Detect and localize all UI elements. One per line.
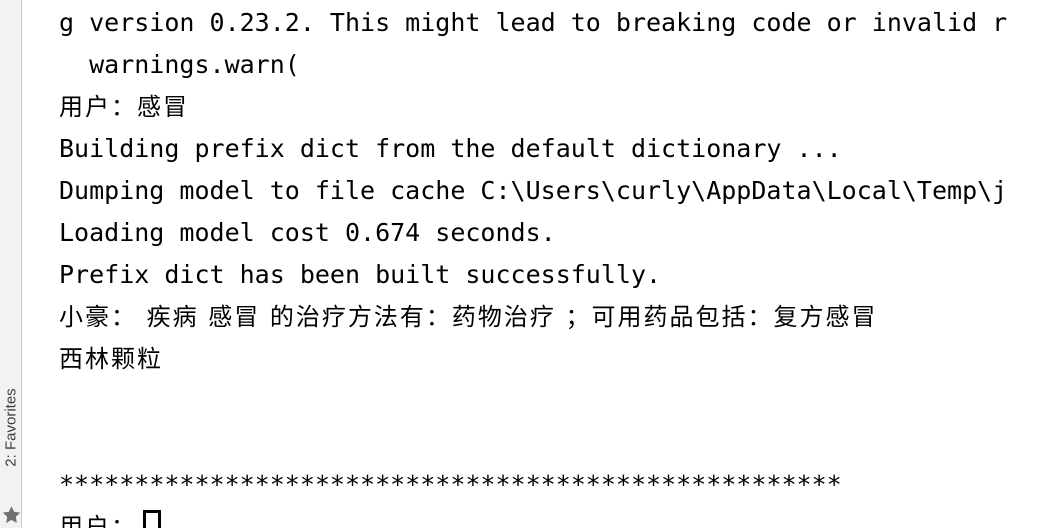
console-prompt-label: 用户： — [59, 513, 137, 528]
console-line: g version 0.23.2. This might lead to bre… — [59, 8, 1008, 37]
console-line: Dumping model to file cache C:\Users\cur… — [59, 176, 1008, 205]
console-line: 用户：感冒 — [59, 93, 189, 121]
star-icon[interactable] — [2, 502, 21, 526]
console-line-separator: ****************************************… — [59, 470, 842, 499]
console-line: Loading model cost 0.674 seconds. — [59, 218, 556, 247]
text-caret — [143, 510, 161, 528]
console-line: warnings.warn( — [59, 50, 300, 79]
console-prompt-line[interactable]: 用户： — [22, 506, 1041, 528]
console-line: Prefix dict has been built successfully. — [59, 260, 662, 289]
sidebar-item-favorites-label: 2: Favorites — [2, 387, 20, 467]
sidebar-item-favorites[interactable]: 2: Favorites — [0, 362, 22, 492]
console-line: 西林颗粒 — [59, 345, 163, 373]
console-line: Building prefix dict from the default di… — [59, 134, 842, 163]
console-window: 2: Favorites g version 0.23.2. This migh… — [0, 0, 1041, 528]
tool-window-strip: 2: Favorites — [0, 0, 22, 528]
console-output[interactable]: g version 0.23.2. This might lead to bre… — [22, 0, 1041, 528]
console-line: 小豪： 疾病 感冒 的治疗方法有：药物治疗 ；可用药品包括：复方感冒 — [59, 303, 878, 331]
